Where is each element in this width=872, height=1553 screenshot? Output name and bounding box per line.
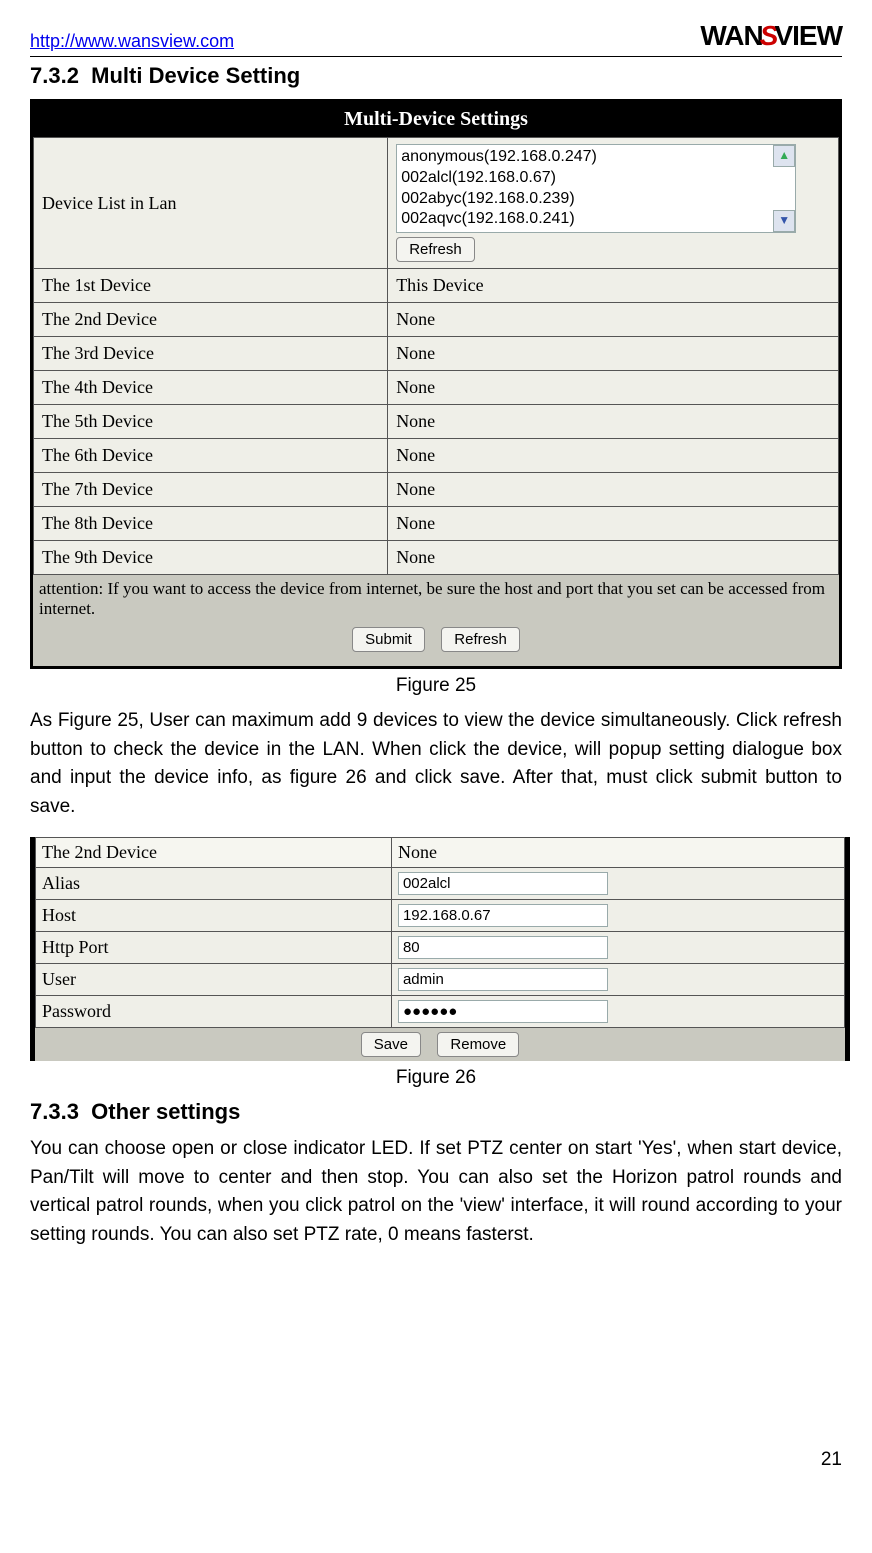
section-title-2: Other settings: [91, 1099, 240, 1124]
refresh-button-lan[interactable]: Refresh: [396, 237, 475, 262]
lan-item-2[interactable]: 002abyc(192.168.0.239): [401, 189, 791, 210]
password-input[interactable]: [398, 1000, 608, 1023]
device-row-label: The 6th Device: [34, 439, 388, 473]
device-row-value[interactable]: None: [388, 473, 839, 507]
device-list-label: Device List in Lan: [34, 138, 388, 269]
logo-post: VIEW: [774, 20, 842, 51]
host-label: Host: [36, 900, 392, 932]
section-title: Multi Device Setting: [91, 63, 300, 88]
device-row-label: The 2nd Device: [34, 303, 388, 337]
device-row-label: The 3rd Device: [34, 337, 388, 371]
device-row-value[interactable]: None: [388, 405, 839, 439]
device-row-value[interactable]: None: [388, 541, 839, 575]
figure-26-caption: Figure 26: [30, 1067, 842, 1089]
refresh-button-bottom[interactable]: Refresh: [441, 627, 520, 652]
paragraph-2: You can choose open or close indicator L…: [30, 1135, 842, 1249]
logo-pre: WAN: [700, 20, 762, 51]
device-row-value[interactable]: None: [388, 303, 839, 337]
device-row-label: The 1st Device: [34, 269, 388, 303]
alias-input[interactable]: [398, 872, 608, 895]
brand-logo: WANSVIEW: [700, 20, 842, 52]
alias-label: Alias: [36, 868, 392, 900]
device-row-label: The 5th Device: [34, 405, 388, 439]
page-number: 21: [30, 1449, 842, 1471]
device-row-value[interactable]: None: [388, 371, 839, 405]
device-row-label: The 4th Device: [34, 371, 388, 405]
f26-header-label: The 2nd Device: [36, 838, 392, 868]
remove-button[interactable]: Remove: [437, 1032, 519, 1057]
user-label: User: [36, 964, 392, 996]
device-row-value[interactable]: None: [388, 439, 839, 473]
header-url-link[interactable]: http://www.wansview.com: [30, 31, 234, 52]
http-port-label: Http Port: [36, 932, 392, 964]
device-row-label: The 8th Device: [34, 507, 388, 541]
section-heading-other-settings: 7.3.3 Other settings: [30, 1099, 842, 1125]
device-list-box[interactable]: ▲ anonymous(192.168.0.247) 002alcl(192.1…: [396, 144, 796, 233]
password-label: Password: [36, 996, 392, 1028]
save-button[interactable]: Save: [361, 1032, 421, 1057]
device-list-cell: ▲ anonymous(192.168.0.247) 002alcl(192.1…: [388, 138, 839, 269]
f26-header-value: None: [391, 838, 844, 868]
scroll-up-icon[interactable]: ▲: [773, 145, 795, 167]
attention-text: attention: If you want to access the dev…: [33, 575, 839, 623]
device-row-value[interactable]: None: [388, 337, 839, 371]
lan-item-1[interactable]: 002alcl(192.168.0.67): [401, 168, 791, 189]
user-input[interactable]: [398, 968, 608, 991]
http-port-input[interactable]: [398, 936, 608, 959]
host-input[interactable]: [398, 904, 608, 927]
device-row-value[interactable]: None: [388, 507, 839, 541]
submit-button[interactable]: Submit: [352, 627, 425, 652]
scroll-down-icon[interactable]: ▼: [773, 210, 795, 232]
figure-26: The 2nd Device None Alias Host Http Port…: [30, 837, 850, 1061]
figure-25-caption: Figure 25: [30, 675, 842, 697]
section-number-2: 7.3.3: [30, 1099, 79, 1124]
figure-25: Multi-Device Settings Device List in Lan…: [30, 99, 842, 669]
app-titlebar: Multi-Device Settings: [33, 102, 839, 137]
paragraph-1: As Figure 25, User can maximum add 9 dev…: [30, 707, 842, 821]
device-row-label: The 9th Device: [34, 541, 388, 575]
device-row-label: The 7th Device: [34, 473, 388, 507]
section-heading-multi-device: 7.3.2 Multi Device Setting: [30, 63, 842, 89]
section-number: 7.3.2: [30, 63, 79, 88]
lan-item-0[interactable]: anonymous(192.168.0.247): [401, 147, 791, 168]
lan-item-3[interactable]: 002aqvc(192.168.0.241): [401, 209, 791, 230]
device-row-value[interactable]: This Device: [388, 269, 839, 303]
